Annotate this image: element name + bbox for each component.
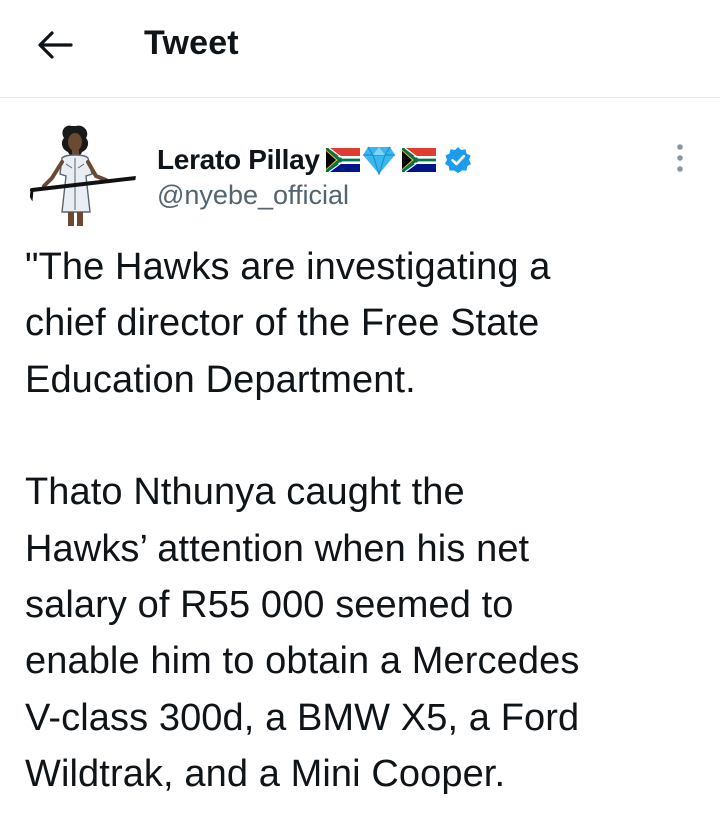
- profile-photo: [24, 116, 136, 228]
- verified-badge-icon: [444, 147, 471, 173]
- tweet-text: "The Hawks are investigating a chief dir…: [25, 239, 705, 803]
- author-name-row[interactable]: Lerato Pillay: [157, 140, 472, 180]
- top-bar: Tweet: [0, 0, 720, 98]
- author-handle[interactable]: @nyebe_official: [157, 180, 349, 211]
- page-title: Tweet: [144, 24, 239, 62]
- arrow-left-icon: [38, 31, 73, 59]
- more-vertical-icon: [677, 144, 683, 172]
- gem-stone-icon: [362, 146, 395, 175]
- avatar[interactable]: [24, 116, 136, 228]
- south-africa-flag-icon: [401, 148, 436, 172]
- more-options-button[interactable]: [664, 140, 696, 176]
- tweet-paragraph: "The Hawks are investigating a chief dir…: [25, 246, 551, 401]
- display-name[interactable]: Lerato Pillay: [157, 144, 320, 176]
- south-africa-flag-icon: [325, 148, 360, 172]
- tweet-paragraph: Thato Nthunya caught the Hawks’ attentio…: [25, 471, 580, 796]
- back-button[interactable]: [30, 22, 80, 68]
